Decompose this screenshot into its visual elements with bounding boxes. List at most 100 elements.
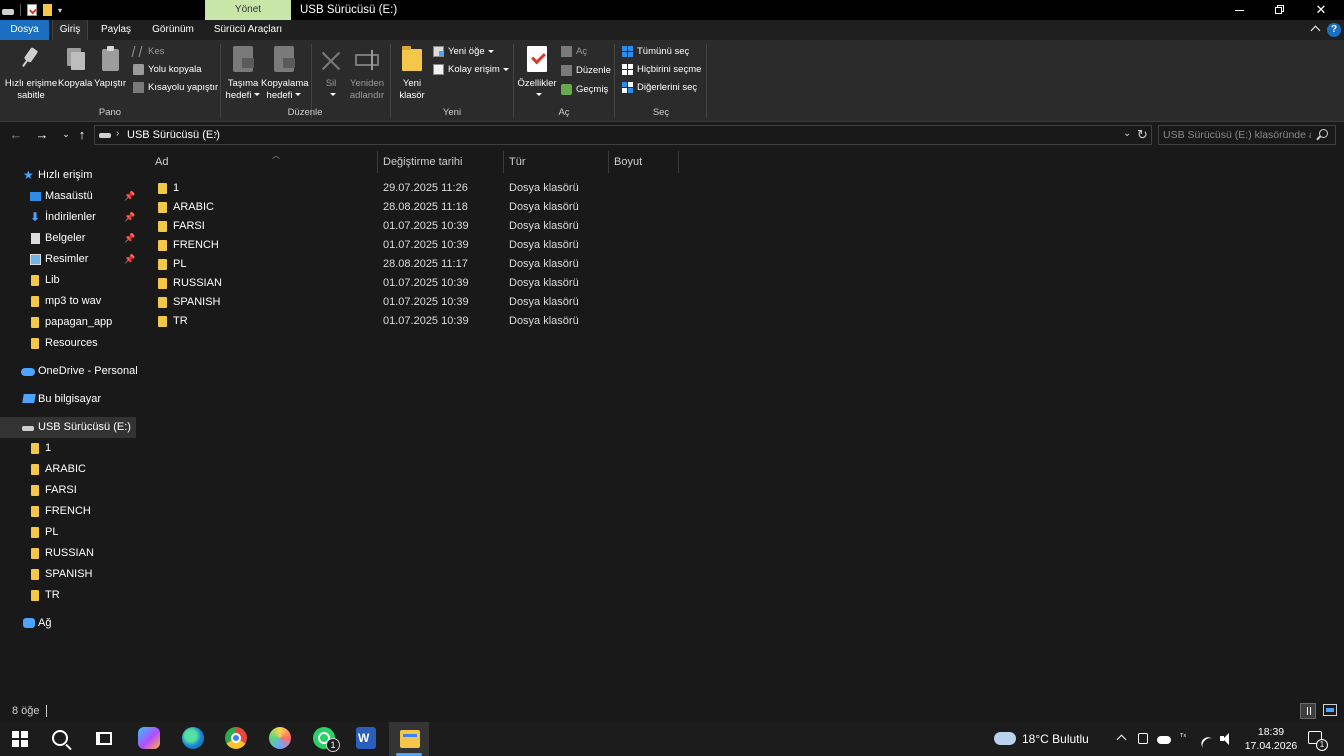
breadcrumb-chevron-icon[interactable]: › <box>214 128 217 139</box>
collapse-ribbon-icon[interactable] <box>1310 23 1322 35</box>
column-header-name[interactable]: ︿ Ad <box>150 151 378 173</box>
cloud-weather-icon[interactable] <box>994 732 1016 745</box>
paint-app-icon[interactable] <box>269 727 291 749</box>
pin-icon[interactable]: 📌 <box>124 186 135 207</box>
recent-locations-chevron-icon[interactable]: ⌄ <box>58 127 74 143</box>
input-method-icon[interactable]: ᵀˣ <box>1180 732 1194 744</box>
paste-button[interactable]: Yapıştır <box>93 44 127 90</box>
refresh-icon[interactable]: ↻ <box>1137 127 1148 143</box>
search-icon[interactable] <box>1319 129 1328 138</box>
back-arrow-icon[interactable]: ← <box>8 127 24 143</box>
sidebar-item-mp3-to-wav[interactable]: mp3 to wav <box>0 291 136 312</box>
search-input[interactable] <box>1163 128 1311 142</box>
copy-button[interactable]: Kopyala <box>58 44 92 90</box>
sidebar-item-tr[interactable]: TR <box>0 585 136 606</box>
breadcrumb-chevron-icon[interactable]: › <box>116 128 119 139</box>
table-row[interactable]: 1 29.07.2025 11:26 Dosya klasörü <box>150 179 679 198</box>
wifi-icon[interactable] <box>1198 734 1218 753</box>
file-explorer-icon[interactable] <box>400 730 420 748</box>
sidebar-item-arabic[interactable]: ARABIC <box>0 459 136 480</box>
breadcrumb-usb-drive[interactable]: USB Sürücüsü (E:) <box>127 129 220 141</box>
weather-text[interactable]: 18°C Bulutlu <box>1022 732 1089 746</box>
new-folder-icon[interactable] <box>43 4 52 16</box>
word-icon[interactable] <box>356 727 376 749</box>
edit-button[interactable]: Düzenle <box>561 63 611 79</box>
sidebar-item-onedrive[interactable]: OneDrive - Personal <box>0 361 138 382</box>
table-row[interactable]: FRENCH 01.07.2025 10:39 Dosya klasörü <box>150 236 679 255</box>
show-hidden-icons-chevron-icon[interactable] <box>1116 731 1128 743</box>
pin-icon[interactable]: 📌 <box>124 249 135 270</box>
address-bar[interactable]: › USB Sürücüsü (E:) › ⌄ ↻ <box>94 125 1152 145</box>
sidebar-item-papagan-app[interactable]: papagan_app <box>0 312 136 333</box>
maximize-button[interactable] <box>1260 0 1300 20</box>
copilot-icon[interactable] <box>138 727 160 749</box>
sidebar-item-folder-1[interactable]: 1 <box>0 438 136 459</box>
minimize-button[interactable] <box>1220 0 1260 20</box>
sidebar-item-usb-drive[interactable]: USB Sürücüsü (E:) <box>0 417 136 438</box>
open-button[interactable]: Aç <box>561 44 587 60</box>
tab-file[interactable]: Dosya <box>0 20 49 40</box>
sidebar-item-lib[interactable]: Lib <box>0 270 136 291</box>
properties-button[interactable]: Özellikler <box>516 44 558 101</box>
pin-icon[interactable]: 📌 <box>124 228 135 249</box>
tab-home[interactable]: Giriş <box>52 20 88 40</box>
sidebar-item-pl[interactable]: PL <box>0 522 136 543</box>
clock[interactable]: 18:39 17.04.2026 <box>1244 725 1298 753</box>
tab-manage[interactable]: Yönet <box>205 0 291 20</box>
table-row[interactable]: RUSSIAN 01.07.2025 10:39 Dosya klasörü <box>150 274 679 293</box>
close-button[interactable]: ✕ <box>1301 0 1341 20</box>
help-icon[interactable]: ? <box>1327 23 1341 37</box>
search-icon[interactable] <box>52 730 68 746</box>
chrome-browser-icon[interactable] <box>225 727 247 749</box>
sidebar-item-farsi[interactable]: FARSI <box>0 480 136 501</box>
column-header-date-modified[interactable]: Değiştirme tarihi <box>378 151 504 173</box>
sidebar-item-resources[interactable]: Resources <box>0 333 136 354</box>
sidebar-item-this-pc[interactable]: Bu bilgisayar <box>0 389 136 410</box>
table-row[interactable]: PL 28.08.2025 11:17 Dosya klasörü <box>150 255 679 274</box>
windows-start-icon[interactable] <box>12 731 28 747</box>
sidebar-item-documents[interactable]: Belgeler 📌 <box>0 228 136 249</box>
customize-toolbar-icon[interactable]: ▾ <box>58 6 62 15</box>
sidebar-item-network[interactable]: Ağ <box>0 613 136 634</box>
column-header-size[interactable]: Boyut <box>609 151 679 173</box>
history-button[interactable]: Geçmiş <box>561 82 608 98</box>
pin-icon[interactable]: 📌 <box>124 207 135 228</box>
meet-now-icon[interactable] <box>1138 733 1148 744</box>
rename-button[interactable]: Yeniden adlandır <box>347 44 387 101</box>
table-row[interactable]: SPANISH 01.07.2025 10:39 Dosya klasörü <box>150 293 679 312</box>
cut-button[interactable]: Kes <box>131 44 164 60</box>
column-header-type[interactable]: Tür <box>504 151 609 173</box>
tab-share[interactable]: Paylaş <box>96 20 136 40</box>
sidebar-item-french[interactable]: FRENCH <box>0 501 136 522</box>
task-view-icon[interactable] <box>96 732 112 745</box>
forward-arrow-icon[interactable]: → <box>34 127 50 143</box>
table-row[interactable]: ARABIC 28.08.2025 11:18 Dosya klasörü <box>150 198 679 217</box>
delete-button[interactable]: Sil <box>315 44 347 101</box>
copy-to-button[interactable]: Kopyalama hedefi <box>261 44 309 101</box>
up-arrow-icon[interactable]: ↑ <box>74 127 90 143</box>
address-history-chevron-icon[interactable]: ⌄ <box>1123 128 1131 139</box>
copy-path-button[interactable]: Yolu kopyala <box>133 62 202 78</box>
select-all-button[interactable]: Tümünü seç <box>622 44 689 60</box>
paste-shortcut-button[interactable]: Kısayolu yapıştır <box>133 80 218 96</box>
details-view-icon[interactable] <box>1300 703 1316 719</box>
table-row[interactable]: TR 01.07.2025 10:39 Dosya klasörü <box>150 312 679 331</box>
onedrive-tray-icon[interactable] <box>1157 736 1171 744</box>
pin-quick-access-button[interactable]: Hızlı erişime sabitle <box>4 44 58 101</box>
edge-browser-icon[interactable] <box>182 727 204 749</box>
move-to-button[interactable]: Taşıma hedefi <box>225 44 261 101</box>
select-none-button[interactable]: Hiçbirini seçme <box>622 62 701 78</box>
tab-view[interactable]: Görünüm <box>145 20 201 40</box>
tab-drive-tools[interactable]: Sürücü Araçları <box>208 20 288 40</box>
properties-icon[interactable] <box>27 4 37 16</box>
easy-access-button[interactable]: Kolay erişim <box>433 62 509 78</box>
search-box[interactable] <box>1158 125 1336 145</box>
sidebar-item-pictures[interactable]: Resimler 📌 <box>0 249 136 270</box>
new-item-button[interactable]: Yeni öğe <box>433 44 494 60</box>
sidebar-item-quick-access[interactable]: ★ Hızlı erişim <box>0 165 136 186</box>
sidebar-item-downloads[interactable]: ⬇ İndirilenler 📌 <box>0 207 136 228</box>
sidebar-item-spanish[interactable]: SPANISH <box>0 564 136 585</box>
sidebar-item-desktop[interactable]: Masaüstü 📌 <box>0 186 136 207</box>
volume-icon[interactable] <box>1220 733 1233 745</box>
sidebar-item-russian[interactable]: RUSSIAN <box>0 543 136 564</box>
